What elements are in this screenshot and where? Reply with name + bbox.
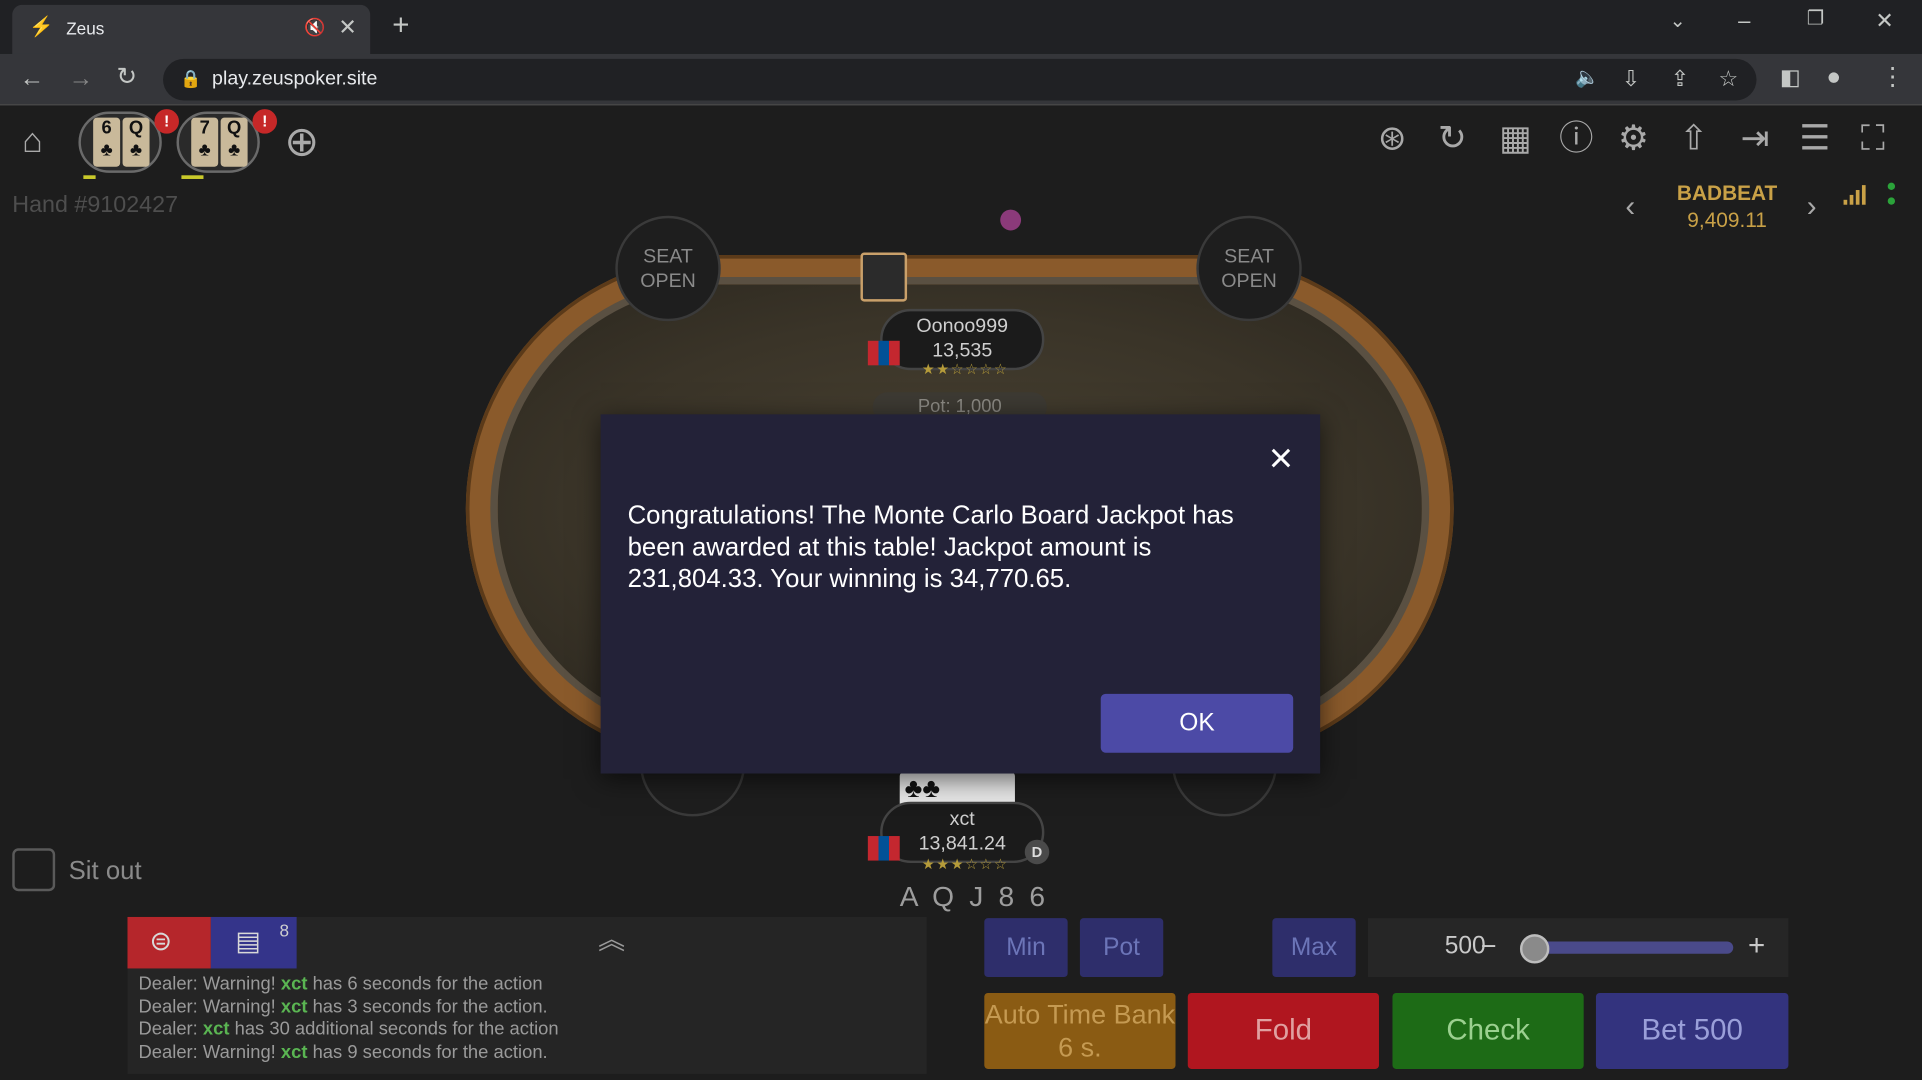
upload-icon[interactable]: ⇧ <box>1679 121 1708 155</box>
fold-button[interactable]: Fold <box>1187 992 1379 1069</box>
auto-timebank-button[interactable]: Auto Time Bank 6 s. <box>984 992 1176 1069</box>
tab-indicator <box>181 175 204 179</box>
close-icon[interactable]: × <box>1263 438 1300 480</box>
chat-line: Dealer: Warning! xct has 6 seconds for t… <box>138 973 543 995</box>
mini-card: 6 ♣ <box>93 117 121 167</box>
profile-icon[interactable]: ● <box>1826 65 1841 90</box>
mini-card: Q ♣ <box>122 117 150 167</box>
minimize-icon[interactable]: – <box>1738 10 1750 32</box>
jackpot-prev-icon[interactable]: ‹ <box>1625 192 1635 221</box>
flag-icon <box>867 836 900 861</box>
jackpot-dialog: × Congratulations! The Monte Carlo Board… <box>600 414 1321 774</box>
tab-indicator <box>83 175 96 179</box>
close-tab-icon[interactable]: ✕ <box>338 16 357 38</box>
tab-title: Zeus <box>66 18 105 39</box>
player-name: xct <box>949 809 975 830</box>
sit-out-label: Sit out <box>68 856 142 886</box>
add-table-icon[interactable]: ⊕ <box>284 121 319 163</box>
history-tab[interactable]: ▤ 8 <box>210 916 297 969</box>
alert-badge: ! <box>154 109 179 134</box>
install-app-icon[interactable]: ⇩ <box>1622 67 1641 89</box>
bet-slider-panel: 500 − + <box>1367 918 1789 978</box>
tables-grid-icon[interactable]: ▦ <box>1499 121 1531 155</box>
fullscreen-icon[interactable]: ⛶ <box>1861 121 1885 155</box>
hero-player-box: xct 13,841.24 <box>880 801 1045 864</box>
address-bar: ← → ↻ 🔒 play.zeuspoker.site 🔈 ⇩ ⇪ ☆ ◧ ● … <box>0 53 1922 106</box>
info-icon[interactable]: ⓘ <box>1559 121 1593 155</box>
mini-card: 7 ♣ <box>191 117 219 167</box>
decrease-bet-icon[interactable]: − <box>1481 932 1497 960</box>
badbeat-jackpot: BADBEAT 9,409.11 <box>1660 181 1795 232</box>
board-cards: A Q J 8 6 <box>899 880 1049 913</box>
chat-log: Dealer: Warning! xct has 6 seconds for t… <box>139 973 559 1064</box>
dealer-marker-icon <box>1000 209 1022 231</box>
side-panel-icon[interactable]: ◧ <box>1780 66 1801 88</box>
browser-tab-bar: ⚡ Zeus 🔇 ✕ + ⌄ – ❐ ✕ <box>0 0 1922 54</box>
chat-icon: ⊜ <box>149 925 173 957</box>
restore-icon[interactable]: ❐ <box>1807 9 1825 30</box>
history-count: 8 <box>279 920 290 941</box>
chat-line: Dealer: xct has 30 additional seconds fo… <box>138 1018 559 1040</box>
muted-icon[interactable]: 🔇 <box>304 18 325 35</box>
zeus-favicon-icon: ⚡ <box>29 17 54 39</box>
seat-open[interactable]: SEAT OPEN <box>615 215 721 322</box>
min-button[interactable]: Min <box>984 918 1068 978</box>
sit-out-checkbox[interactable] <box>12 848 56 892</box>
close-window-icon[interactable]: ✕ <box>1875 10 1894 32</box>
player-name: Oonoo999 <box>916 316 1009 338</box>
flag-icon <box>867 340 900 366</box>
browser-menu-icon[interactable]: ⋮ <box>1880 65 1905 90</box>
tab-search-icon[interactable]: ⌄ <box>1669 12 1685 32</box>
chat-line: Dealer: Warning! xct has 3 seconds for t… <box>138 996 548 1017</box>
lobby-icon[interactable]: ⊛ <box>1378 121 1407 155</box>
url-text[interactable]: play.zeuspoker.site <box>212 69 377 91</box>
expand-chat-icon[interactable]: ︽ <box>598 926 625 954</box>
max-button[interactable]: Max <box>1272 918 1356 978</box>
browser-tab[interactable]: ⚡ Zeus 🔇 ✕ <box>12 4 371 54</box>
share-icon[interactable]: ⇪ <box>1671 67 1690 89</box>
lock-icon[interactable]: 🔒 <box>180 70 201 87</box>
mini-card: Q ♣ <box>220 117 248 167</box>
alert-badge: ! <box>252 109 278 134</box>
bet-slider-handle[interactable] <box>1519 934 1550 964</box>
new-tab-icon[interactable]: + <box>392 10 409 40</box>
card-back-icon <box>860 252 908 302</box>
bet-button[interactable]: Bet 500 <box>1595 992 1789 1069</box>
forward-icon[interactable]: → <box>69 66 94 91</box>
chat-panel: ⊜ ▤ 8 ︽ Dealer: Warning! xct has 6 secon… <box>127 916 927 1074</box>
seat-open[interactable]: SEAT OPEN <box>1196 215 1302 322</box>
reload-icon[interactable]: ↻ <box>116 65 137 90</box>
hand-number: Hand #9102427 <box>12 192 179 219</box>
history-icon: ▤ <box>235 925 261 957</box>
ok-button[interactable]: OK <box>1100 693 1294 753</box>
chat-tab[interactable]: ⊜ <box>127 916 211 969</box>
omnibox[interactable]: 🔒 play.zeuspoker.site 🔈 ⇩ ⇪ ☆ <box>163 58 1757 101</box>
pot-button[interactable]: Pot <box>1079 918 1164 978</box>
table-tab-1[interactable]: 6 ♣ Q ♣ ! <box>78 109 179 173</box>
settings-icon[interactable]: ⚙ <box>1618 121 1649 155</box>
bet-slider-track[interactable] <box>1524 941 1734 954</box>
bet-amount-input[interactable]: 500 <box>1380 933 1486 961</box>
leave-table-icon[interactable]: ⇥ <box>1741 121 1770 155</box>
badbeat-label: BADBEAT <box>1676 181 1778 205</box>
table-tab-2[interactable]: 7 ♣ Q ♣ ! <box>176 109 278 173</box>
check-button[interactable]: Check <box>1392 992 1584 1069</box>
dealer-button: D <box>1024 839 1050 865</box>
rating-stars: ★★☆☆☆☆ <box>921 360 1009 378</box>
bookmark-star-icon[interactable]: ☆ <box>1719 67 1739 89</box>
home-icon[interactable]: ⌂ <box>22 123 43 158</box>
dialog-message: Congratulations! The Monte Carlo Board J… <box>627 501 1234 594</box>
jackpot-next-icon[interactable]: › <box>1807 192 1817 221</box>
player-stack: 13,841.24 <box>918 833 1006 855</box>
back-icon[interactable]: ← <box>20 66 45 91</box>
replay-icon[interactable]: ↻ <box>1438 121 1467 155</box>
menu-icon[interactable]: ☰ <box>1799 121 1830 155</box>
sound-blocked-icon[interactable]: 🔈 <box>1575 68 1599 89</box>
increase-bet-icon[interactable]: + <box>1748 931 1765 961</box>
rating-stars: ★★★☆☆☆ <box>921 855 1009 873</box>
badbeat-amount: 9,409.11 <box>1687 208 1767 232</box>
chat-line: Dealer: Warning! xct has 9 seconds for t… <box>138 1041 548 1063</box>
